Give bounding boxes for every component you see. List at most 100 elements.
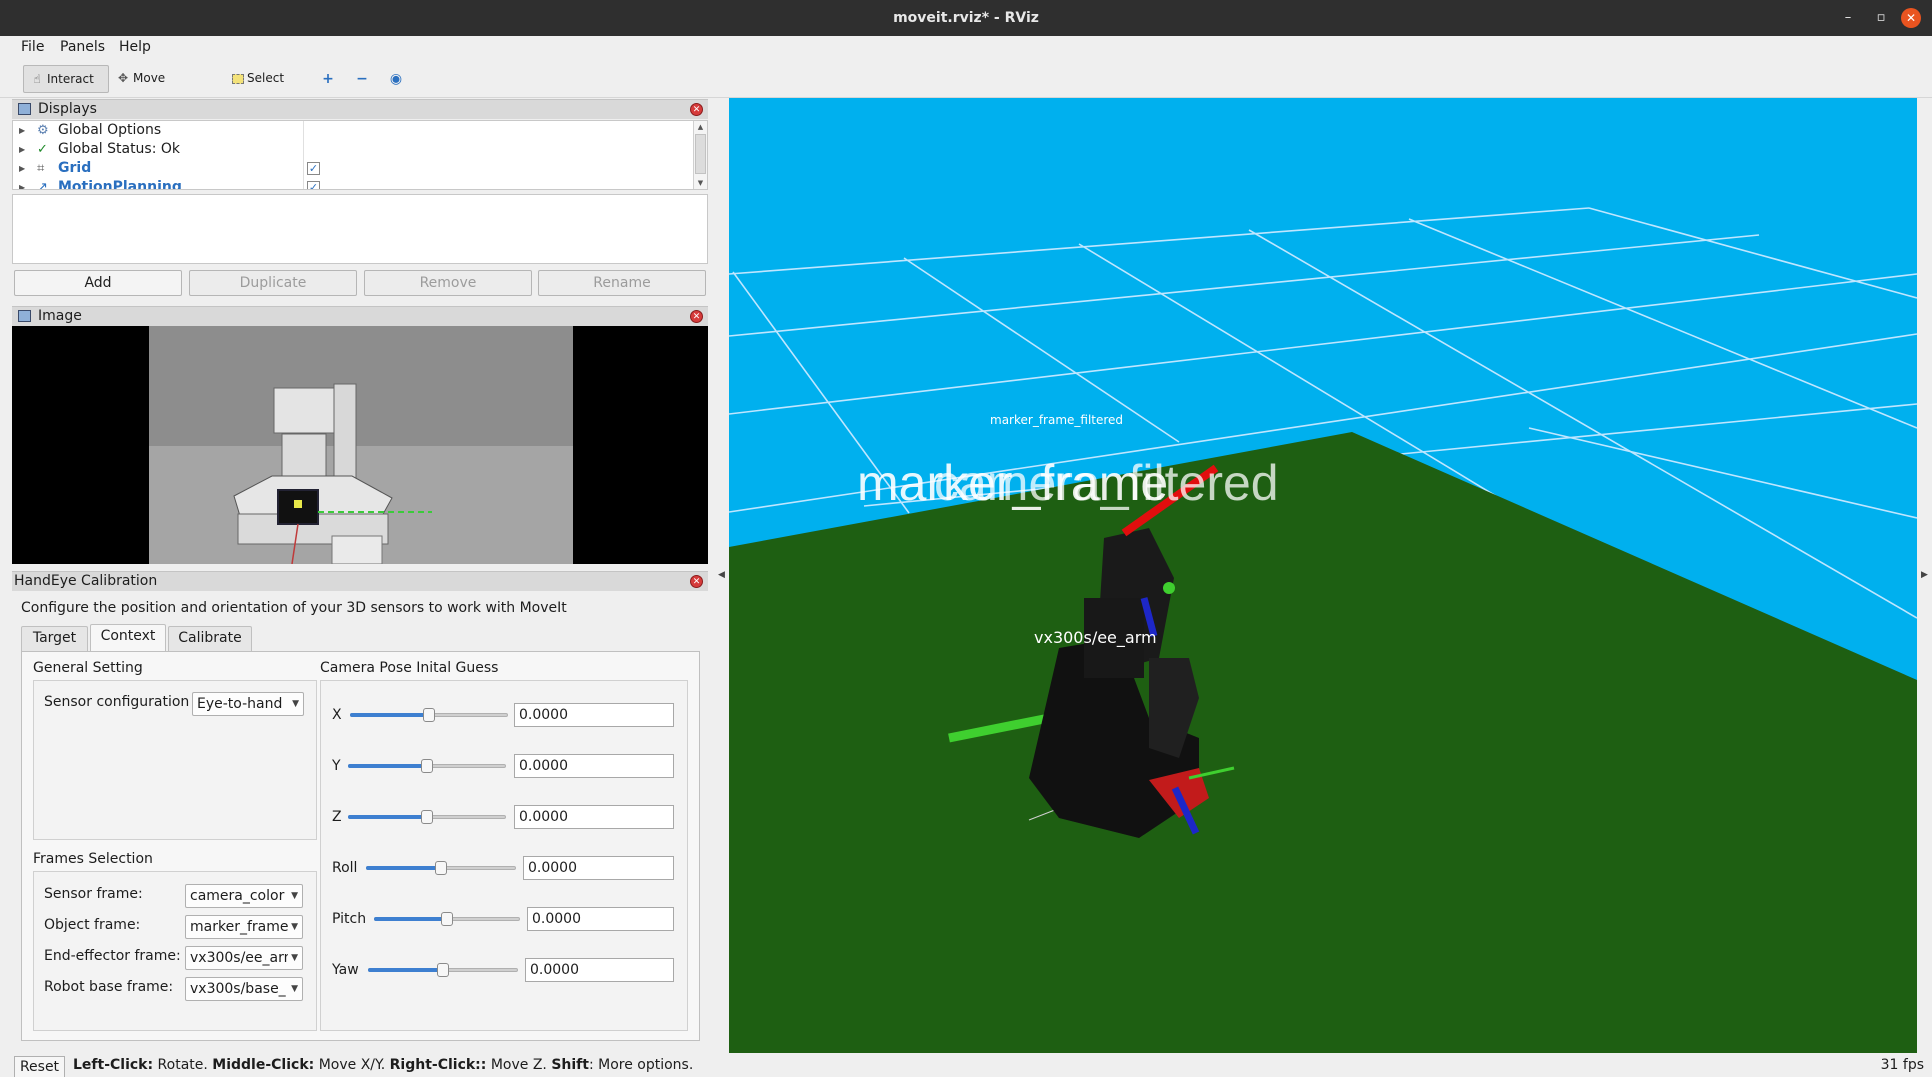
window-title: moveit.rviz* - RViz <box>893 10 1039 26</box>
select-tool-button[interactable]: Select <box>226 65 292 93</box>
expand-arrow-icon[interactable]: ▶ <box>19 178 25 189</box>
collapse-right-dock-icon[interactable]: ▶ <box>1921 570 1928 580</box>
pose-yaw-input[interactable]: 0.0000 <box>525 958 674 982</box>
slider-handle[interactable] <box>441 912 453 926</box>
hint-key: Right-Click:: <box>389 1057 487 1073</box>
motion-planning-enabled-checkbox[interactable]: ✓ <box>307 181 320 189</box>
close-image-panel-icon[interactable]: ✕ <box>690 310 703 323</box>
pose-pitch-slider[interactable] <box>374 911 520 927</box>
collapse-left-dock-icon[interactable]: ◀ <box>718 570 725 580</box>
camera-pose-title: Camera Pose Inital Guess <box>320 660 499 676</box>
slider-fill <box>374 917 447 921</box>
rviz-window: moveit.rviz* - RViz – ▫ ✕ File Panels He… <box>0 0 1932 1077</box>
grid-enabled-checkbox[interactable]: ✓ <box>307 162 320 175</box>
reset-button[interactable]: Reset <box>14 1056 65 1077</box>
rename-display-button[interactable]: Rename <box>538 270 706 296</box>
tab-calibrate[interactable]: Calibrate <box>168 626 252 651</box>
tree-row-global-options[interactable]: ▶ ⚙ Global Options <box>13 121 693 140</box>
scroll-down-icon[interactable]: ▼ <box>694 177 707 189</box>
plus-icon[interactable]: + <box>321 72 335 86</box>
menu-help[interactable]: Help <box>119 39 151 55</box>
handeye-title-label: HandEye Calibration <box>14 573 158 589</box>
chevron-down-icon: ▼ <box>291 953 298 963</box>
add-display-button[interactable]: Add <box>14 270 182 296</box>
status-hint: Left-Click: Rotate. Middle-Click: Move X… <box>73 1057 693 1073</box>
close-handeye-panel-icon[interactable]: ✕ <box>690 575 703 588</box>
slider-handle[interactable] <box>421 810 433 824</box>
hint-key: Left-Click: <box>73 1057 154 1073</box>
tree-row-grid[interactable]: ▶ ⌗ Grid ✓ <box>13 159 693 178</box>
slider-handle[interactable] <box>423 708 435 722</box>
pose-y-slider[interactable] <box>348 758 506 774</box>
hint-text: Move Z. <box>486 1057 552 1073</box>
sensor-frame-value: camera_color <box>190 888 285 904</box>
hint-text: Move X/Y. <box>314 1057 390 1073</box>
object-frame-label: Object frame: <box>44 917 141 933</box>
close-button[interactable]: ✕ <box>1901 8 1921 28</box>
render-view-3d[interactable]: marker_frame_filtered marker_frame camer… <box>729 98 1917 1053</box>
expand-arrow-icon[interactable]: ▶ <box>19 121 25 140</box>
pose-roll-input[interactable]: 0.0000 <box>523 856 674 880</box>
sensor-frame-label: Sensor frame: <box>44 886 143 902</box>
hint-key: Middle-Click: <box>212 1057 315 1073</box>
pose-z-input[interactable]: 0.0000 <box>514 805 674 829</box>
interact-tool-button[interactable]: ☝ Interact <box>23 65 109 93</box>
pose-y-input[interactable]: 0.0000 <box>514 754 674 778</box>
check-icon: ✓ <box>37 142 48 157</box>
menu-bar: File Panels Help <box>0 36 1932 60</box>
close-displays-panel-icon[interactable]: ✕ <box>690 103 703 116</box>
pose-x-input[interactable]: 0.0000 <box>514 703 674 727</box>
tab-context[interactable]: Context <box>90 624 166 652</box>
robot-base-frame-select[interactable]: vx300s/base_ ▼ <box>185 977 303 1001</box>
pose-roll-label: Roll <box>332 860 358 876</box>
context-tab-pane: General Setting Sensor configuration Eye… <box>21 651 700 1041</box>
scene-3d[interactable]: marker_frame_filtered marker_frame camer… <box>729 98 1917 1053</box>
hint-text: : More options. <box>588 1057 694 1073</box>
toolbar: ☝ Interact ✥Move Camera Select + − ◉ <box>0 60 1932 111</box>
handeye-panel-title: HandEye Calibration ✕ <box>12 571 708 591</box>
tree-label: MotionPlanning <box>58 179 182 190</box>
pose-y-label: Y <box>332 758 341 774</box>
pose-yaw-slider[interactable] <box>368 962 518 978</box>
end-effector-frame-select[interactable]: vx300s/ee_arm ▼ <box>185 946 303 970</box>
pose-x-label: X <box>332 707 342 723</box>
tree-row-motion-planning[interactable]: ▶ ↗ MotionPlanning ✓ <box>13 178 693 190</box>
restore-button[interactable]: ▫ <box>1871 8 1891 28</box>
sensor-configuration-label: Sensor configuration <box>44 694 190 710</box>
pose-z-slider[interactable] <box>348 809 506 825</box>
slider-fill <box>368 968 443 972</box>
slider-fill <box>350 713 429 717</box>
tab-target[interactable]: Target <box>21 626 88 651</box>
object-frame-select[interactable]: marker_frame ▼ <box>185 915 303 939</box>
duplicate-display-button[interactable]: Duplicate <box>189 270 357 296</box>
pose-pitch-input[interactable]: 0.0000 <box>527 907 674 931</box>
move-camera-tool-button[interactable]: ✥Move Camera <box>110 65 216 111</box>
remove-display-button[interactable]: Remove <box>364 270 532 296</box>
sensor-frame-select[interactable]: camera_color ▼ <box>185 884 303 908</box>
minimize-button[interactable]: – <box>1838 8 1858 28</box>
displays-panel-title: Displays ✕ <box>12 99 708 119</box>
slider-handle[interactable] <box>421 759 433 773</box>
hand-pointer-icon: ☝ <box>33 72 41 86</box>
menu-panels[interactable]: Panels <box>60 39 105 55</box>
slider-handle[interactable] <box>435 861 447 875</box>
grid-icon: ⌗ <box>37 161 45 176</box>
camera-image-view <box>12 326 708 564</box>
pose-roll-slider[interactable] <box>366 860 516 876</box>
displays-scrollbar[interactable]: ▲ ▼ <box>693 121 707 189</box>
slider-handle[interactable] <box>437 963 449 977</box>
sensor-configuration-select[interactable]: Eye-to-hand ▼ <box>192 692 304 716</box>
expand-arrow-icon[interactable]: ▶ <box>19 140 25 159</box>
expand-arrow-icon[interactable]: ▶ <box>19 159 25 178</box>
pose-x-slider[interactable] <box>350 707 508 723</box>
pose-yaw-label: Yaw <box>332 962 359 978</box>
menu-file[interactable]: File <box>21 39 44 55</box>
scroll-thumb[interactable] <box>695 134 706 174</box>
scroll-up-icon[interactable]: ▲ <box>694 121 707 133</box>
select-label: Select <box>247 71 285 85</box>
tree-row-global-status[interactable]: ▶ ✓ Global Status: Ok <box>13 140 693 159</box>
displays-tree: ▶ ⚙ Global Options ▶ ✓ Global Status: Ok… <box>12 120 708 190</box>
end-effector-frame-value: vx300s/ee_arm <box>190 950 288 966</box>
eye-icon[interactable]: ◉ <box>389 72 403 86</box>
minus-icon[interactable]: − <box>355 72 369 86</box>
